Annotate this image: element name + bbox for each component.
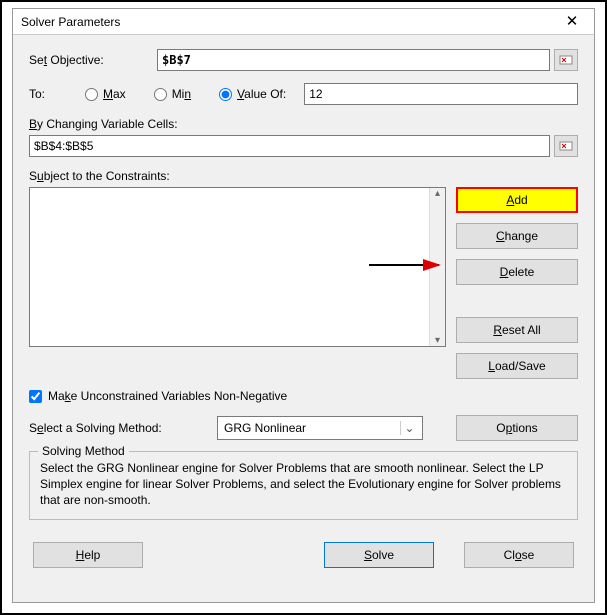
scroll-up-icon[interactable]: ▴ xyxy=(435,188,440,199)
set-objective-label: Set Objective: xyxy=(29,53,157,67)
radio-value-of[interactable]: Value Of: xyxy=(219,87,286,101)
close-icon[interactable]: ✕ xyxy=(558,11,586,33)
radio-max[interactable]: Max xyxy=(85,87,126,101)
group-description: Select the GRG Nonlinear engine for Solv… xyxy=(40,460,567,509)
delete-button[interactable]: Delete xyxy=(456,259,578,285)
range-picker-icon[interactable] xyxy=(554,49,578,71)
reset-all-button[interactable]: Reset All xyxy=(456,317,578,343)
scrollbar[interactable]: ▴ ▾ xyxy=(429,188,445,346)
non-negative-checkbox[interactable] xyxy=(29,390,42,403)
change-button[interactable]: Change xyxy=(456,223,578,249)
scroll-down-icon[interactable]: ▾ xyxy=(435,335,440,346)
changing-cells-input[interactable] xyxy=(29,135,550,157)
constraints-listbox[interactable]: ▴ ▾ xyxy=(29,187,446,347)
to-label: To: xyxy=(29,87,85,101)
solve-button[interactable]: Solve xyxy=(324,542,434,568)
solving-method-value: GRG Nonlinear xyxy=(224,421,306,435)
group-title: Solving Method xyxy=(38,444,129,458)
solving-method-select[interactable]: GRG Nonlinear ⌄ xyxy=(217,416,423,440)
help-button[interactable]: Help xyxy=(33,542,143,568)
non-negative-label: Make Unconstrained Variables Non-Negativ… xyxy=(48,389,287,403)
screenshot-frame: Solver Parameters ✕ Set Objective: To: M… xyxy=(0,0,607,615)
solving-method-label: Select a Solving Method: xyxy=(29,421,217,435)
window-title: Solver Parameters xyxy=(21,15,558,29)
set-objective-input[interactable] xyxy=(157,49,550,71)
value-of-input[interactable] xyxy=(304,83,578,105)
solver-parameters-dialog: Solver Parameters ✕ Set Objective: To: M… xyxy=(12,8,595,603)
chevron-down-icon: ⌄ xyxy=(400,421,418,435)
changing-cells-label: By Changing Variable Cells: xyxy=(29,117,178,131)
radio-min[interactable]: Min xyxy=(154,87,191,101)
load-save-button[interactable]: Load/Save xyxy=(456,353,578,379)
constraints-label: Subject to the Constraints: xyxy=(29,169,170,183)
range-picker-icon[interactable] xyxy=(554,135,578,157)
options-button[interactable]: Options xyxy=(456,415,578,441)
titlebar: Solver Parameters ✕ xyxy=(13,9,594,35)
close-button[interactable]: Close xyxy=(464,542,574,568)
add-button[interactable]: Add xyxy=(456,187,578,213)
solving-method-group: Solving Method Select the GRG Nonlinear … xyxy=(29,451,578,520)
